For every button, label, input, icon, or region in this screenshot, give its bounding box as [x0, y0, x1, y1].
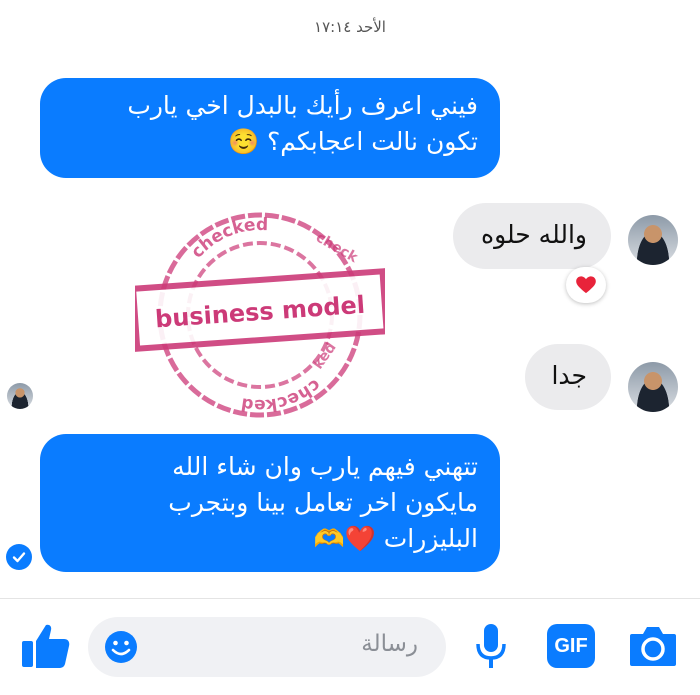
- message-text: والله حلوه: [480, 220, 587, 249]
- like-button[interactable]: [18, 619, 72, 673]
- message-line: فيني اعرف رأيك بالبدل اخي يارب: [127, 91, 478, 120]
- message-line: البليزرات ❤️🫶: [313, 524, 478, 553]
- emoji-button[interactable]: [103, 629, 139, 665]
- business-model-stamp: checked checked check ked business model: [129, 200, 390, 430]
- stamp-arc-bottom: checked: [240, 375, 325, 415]
- camera-button[interactable]: [628, 624, 678, 668]
- message-line: تتهني فيهم يارب وان شاء الله: [172, 452, 478, 481]
- message-line: تكون نالت اعجابكم؟ ☺️: [227, 127, 478, 156]
- microphone-icon: [476, 624, 506, 668]
- message-composer[interactable]: رسالة: [88, 617, 446, 677]
- svg-text:checked: checked: [187, 215, 268, 262]
- stamp-arc-side: ked: [310, 340, 339, 372]
- microphone-button[interactable]: [474, 620, 508, 672]
- heart-reaction[interactable]: [566, 267, 606, 303]
- gif-button[interactable]: GIF: [547, 624, 595, 668]
- camera-icon: [630, 627, 676, 666]
- emoji-icon: [105, 631, 137, 663]
- stamp-arc-top: checked: [187, 215, 268, 262]
- composer-divider: [0, 598, 700, 599]
- outgoing-message-1[interactable]: فيني اعرف رأيك بالبدل اخي يارب تكون نالت…: [40, 78, 500, 178]
- svg-text:checked: checked: [240, 375, 325, 415]
- incoming-message-2[interactable]: جدا: [525, 344, 611, 410]
- heart-icon: [576, 276, 596, 294]
- message-input[interactable]: رسالة: [361, 631, 418, 657]
- contact-avatar[interactable]: [628, 215, 678, 265]
- message-line: مايكون اخر تعامل بينا وبتجرب: [168, 488, 478, 517]
- contact-avatar[interactable]: [628, 362, 678, 412]
- thumbs-up-icon: [22, 624, 70, 668]
- message-text: جدا: [551, 361, 587, 390]
- gif-label: GIF: [554, 634, 588, 657]
- seen-avatar: [7, 383, 33, 409]
- outgoing-message-2[interactable]: تتهني فيهم يارب وان شاء الله مايكون اخر …: [40, 434, 500, 572]
- sent-check-icon: [6, 544, 32, 570]
- conversation-timestamp: الأحد ١٧:١٤: [314, 18, 386, 36]
- incoming-message-1[interactable]: والله حلوه: [453, 203, 611, 269]
- stamp-arc-right: check: [313, 230, 361, 267]
